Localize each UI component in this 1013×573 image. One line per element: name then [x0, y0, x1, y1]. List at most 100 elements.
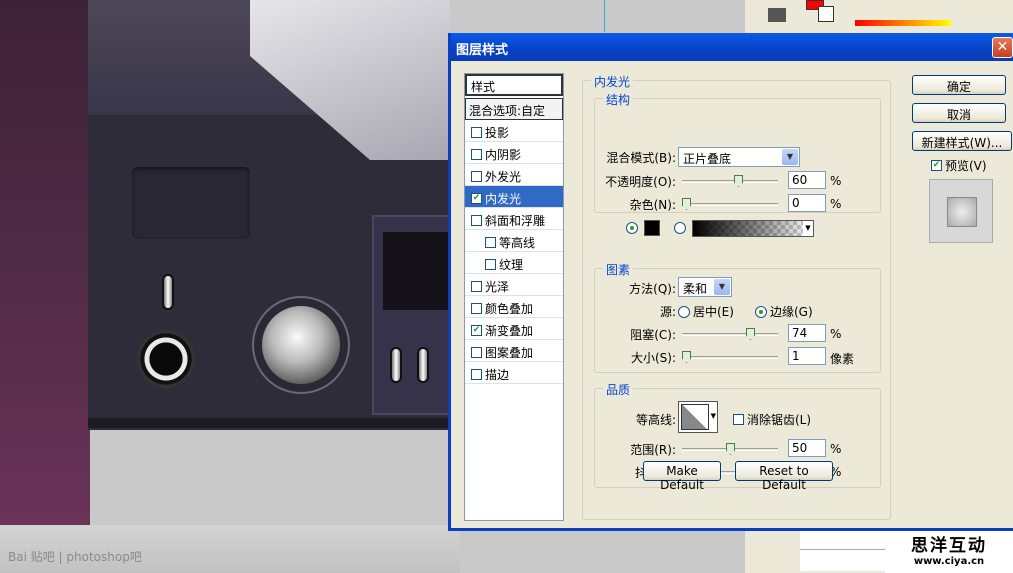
- style-checkbox[interactable]: [471, 302, 482, 314]
- toggle-pill-icon: [417, 347, 429, 383]
- style-item-label: 渐变叠加: [485, 323, 534, 338]
- layer-style-dialog: 图层样式 ✕ 样式 混合选项:自定 投影 内阴影 外发光 ✔ 内发光 斜面和浮雕 等高线 纹理…: [448, 33, 1013, 531]
- style-item-label: 斜面和浮雕: [485, 213, 546, 228]
- quality-title: 品质: [603, 381, 634, 398]
- gradient-radio[interactable]: [674, 222, 686, 234]
- style-checkbox[interactable]: [471, 214, 482, 226]
- background-color-swatch[interactable]: [818, 6, 834, 22]
- contour-curve-icon: [681, 404, 709, 430]
- color-ramp[interactable]: [855, 20, 951, 26]
- style-checkbox[interactable]: [471, 280, 482, 292]
- noise-input[interactable]: 0: [788, 194, 826, 212]
- noise-label: 杂色(N):: [629, 198, 676, 212]
- style-checkbox[interactable]: ✔: [471, 192, 482, 204]
- site-logo: 思洋互动 www.ciya.cn: [885, 527, 1013, 573]
- opacity-label: 不透明度(O):: [605, 175, 676, 189]
- glow-color-swatch[interactable]: [644, 220, 660, 236]
- device-shadow: [88, 418, 448, 428]
- blend-mode-value: 正片叠底: [683, 152, 732, 166]
- cancel-button[interactable]: 取消: [912, 103, 1006, 123]
- size-input[interactable]: 1: [788, 347, 826, 365]
- style-checkbox[interactable]: [471, 148, 482, 160]
- style-item[interactable]: 投影: [465, 120, 563, 142]
- elements-title: 图素: [603, 261, 634, 278]
- new-style-button[interactable]: 新建样式(W)...: [912, 131, 1012, 151]
- opacity-slider[interactable]: [682, 175, 778, 187]
- range-unit: %: [830, 442, 842, 456]
- guide-line: [604, 0, 605, 32]
- inner-glow-title: 内发光: [591, 73, 634, 90]
- choke-slider[interactable]: [682, 328, 778, 340]
- structure-title: 结构: [603, 91, 634, 108]
- size-unit: 像素: [830, 352, 855, 366]
- method-value: 柔和: [683, 282, 708, 296]
- source-center-label[interactable]: 居中(E): [693, 303, 734, 320]
- blend-options-item[interactable]: 混合选项:自定: [465, 98, 563, 120]
- preview-checkbox[interactable]: ✔: [931, 160, 942, 171]
- blend-mode-select[interactable]: 正片叠底 ▼: [678, 147, 800, 167]
- style-item[interactable]: ✔ 内发光: [465, 186, 563, 208]
- source-edge-label[interactable]: 边缘(G): [770, 303, 813, 320]
- toggle-pill-icon: [390, 347, 402, 383]
- source-edge-radio[interactable]: [755, 305, 767, 318]
- style-item[interactable]: 光泽: [465, 274, 563, 296]
- volume-knob-icon: [262, 306, 340, 384]
- style-item-label: 描边: [485, 367, 510, 382]
- make-default-button[interactable]: Make Default: [643, 461, 721, 492]
- gradient-picker[interactable]: ▼: [692, 220, 814, 237]
- watermark: Bai 贴吧 | photoshop吧: [8, 550, 142, 564]
- range-slider[interactable]: [682, 443, 778, 455]
- style-item-label: 外发光: [485, 169, 522, 184]
- anti-alias-checkbox[interactable]: [733, 414, 744, 425]
- solid-color-radio[interactable]: [626, 222, 638, 234]
- layer-row[interactable]: [800, 549, 890, 571]
- method-select[interactable]: 柔和 ▼: [678, 277, 732, 297]
- style-item[interactable]: 图案叠加: [465, 340, 563, 362]
- style-item[interactable]: 纹理: [465, 252, 563, 274]
- logo-title: 思洋互动: [911, 536, 987, 556]
- choke-unit: %: [830, 327, 842, 341]
- dialog-titlebar[interactable]: 图层样式 ✕: [451, 33, 1013, 61]
- close-icon[interactable]: ✕: [992, 37, 1013, 58]
- purple-background: [0, 0, 90, 525]
- size-label: 大小(S):: [630, 351, 676, 365]
- source-center-radio[interactable]: [678, 305, 690, 318]
- range-input[interactable]: 50: [788, 439, 826, 457]
- style-preview: [929, 179, 993, 243]
- style-checkbox[interactable]: [471, 170, 482, 182]
- size-slider[interactable]: [682, 351, 778, 363]
- style-item[interactable]: 描边: [465, 362, 563, 384]
- reset-default-button[interactable]: Reset to Default: [735, 461, 833, 492]
- style-checkbox[interactable]: [471, 346, 482, 358]
- noise-slider[interactable]: [682, 198, 778, 210]
- style-checkbox[interactable]: [471, 126, 482, 138]
- style-checkbox[interactable]: [485, 236, 496, 248]
- anti-alias-label[interactable]: 消除锯齿(L): [747, 411, 811, 428]
- styles-header[interactable]: 样式: [465, 74, 563, 96]
- style-item[interactable]: 斜面和浮雕: [465, 208, 563, 230]
- style-item-label: 投影: [485, 125, 510, 140]
- opacity-unit: %: [830, 174, 842, 188]
- style-checkbox[interactable]: [471, 368, 482, 380]
- style-item[interactable]: 内阴影: [465, 142, 563, 164]
- style-item[interactable]: 等高线: [465, 230, 563, 252]
- style-checkbox[interactable]: [485, 258, 496, 270]
- chevron-down-icon: ▼: [803, 221, 813, 236]
- inner-glow-panel: 内发光 结构 混合模式(B): 正片叠底 ▼ 不透明度(O): 60 % 杂色(…: [582, 73, 892, 521]
- style-item-label: 图案叠加: [485, 345, 534, 360]
- source-label: 源:: [659, 305, 676, 319]
- style-item-label: 纹理: [499, 257, 524, 272]
- contour-picker[interactable]: ▼: [678, 401, 718, 433]
- style-item[interactable]: 外发光: [465, 164, 563, 186]
- device-slot: [132, 167, 250, 239]
- style-item[interactable]: ✔ 渐变叠加: [465, 318, 563, 340]
- choke-label: 阻塞(C):: [630, 328, 676, 342]
- chevron-down-icon: ▼: [710, 412, 716, 420]
- opacity-input[interactable]: 60: [788, 171, 826, 189]
- logo-url: www.ciya.cn: [913, 556, 985, 567]
- style-item[interactable]: 颜色叠加: [465, 296, 563, 318]
- choke-input[interactable]: 74: [788, 324, 826, 342]
- ok-button[interactable]: 确定: [912, 75, 1006, 95]
- preview-label[interactable]: 预览(V): [945, 157, 987, 174]
- style-checkbox[interactable]: ✔: [471, 324, 482, 336]
